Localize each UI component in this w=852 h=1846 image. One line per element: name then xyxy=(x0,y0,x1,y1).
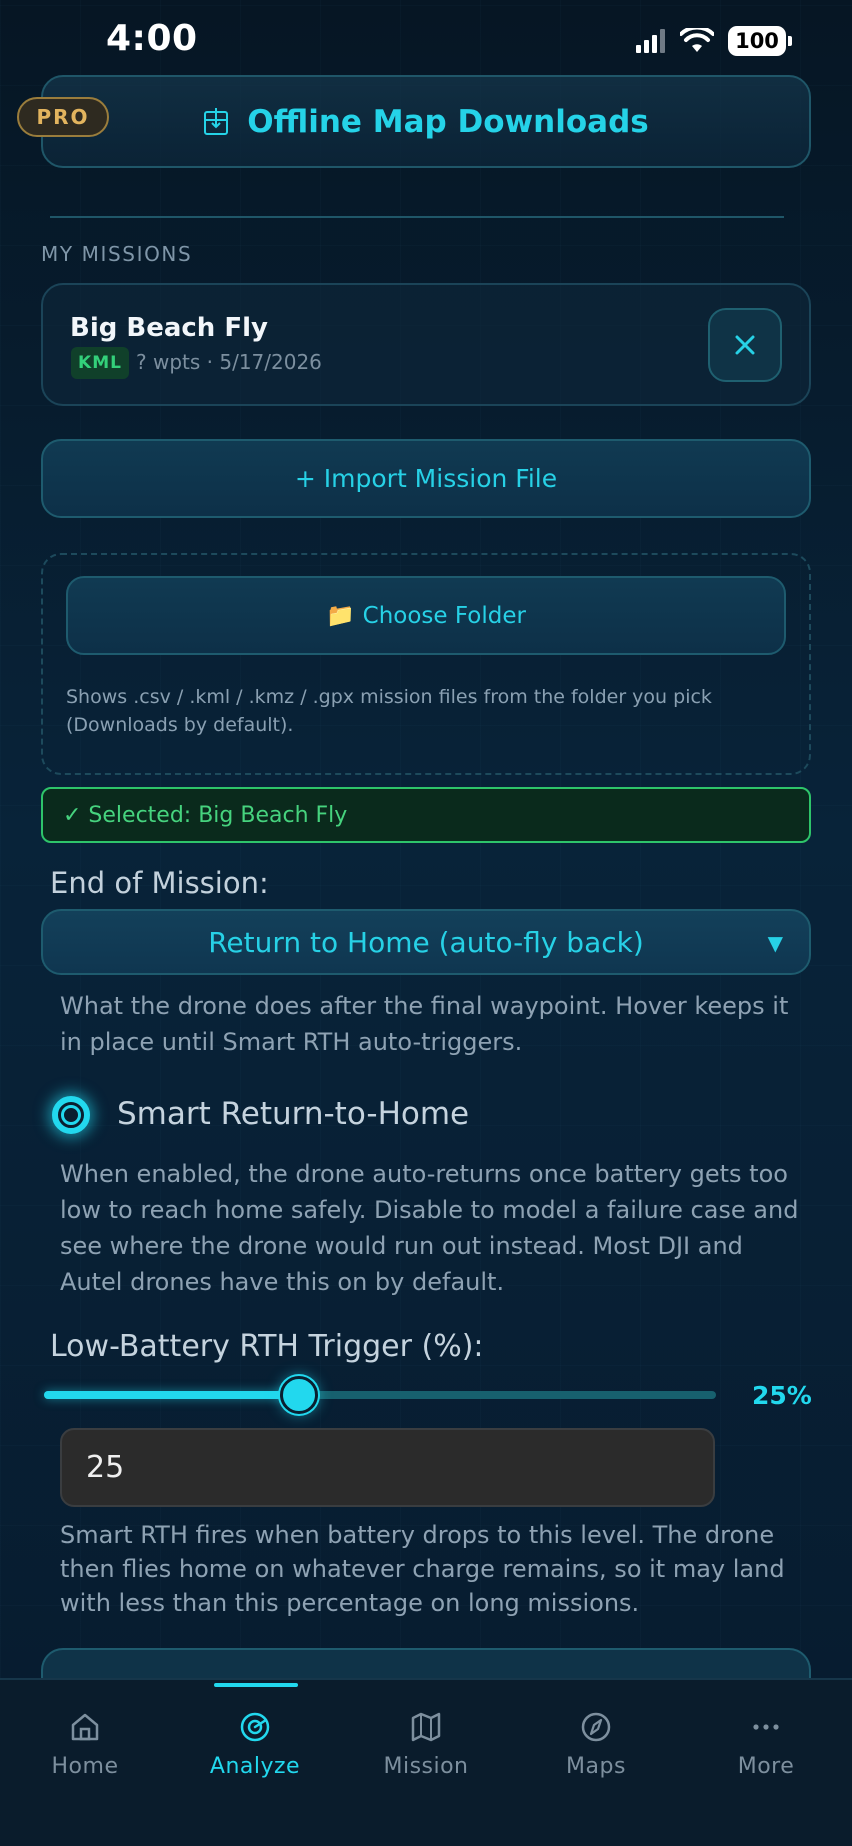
status-time: 4:00 xyxy=(106,18,198,59)
wifi-icon xyxy=(680,28,714,52)
radar-icon xyxy=(240,1712,270,1742)
folder-icon: 📁 xyxy=(326,603,355,629)
nav-analyze[interactable]: Analyze xyxy=(170,1710,340,1810)
remove-mission-button[interactable] xyxy=(708,308,782,382)
compass-icon xyxy=(581,1712,611,1742)
divider xyxy=(50,216,784,218)
download-map-icon xyxy=(204,107,229,135)
nav-maps[interactable]: Maps xyxy=(511,1710,681,1810)
file-type-badge: KML xyxy=(71,347,129,379)
nav-home-label: Home xyxy=(51,1754,119,1779)
slider-fill xyxy=(44,1391,299,1399)
my-missions-heading: MY MISSIONS xyxy=(41,242,193,266)
import-mission-button[interactable]: + Import Mission File xyxy=(41,439,811,518)
close-icon xyxy=(735,335,755,355)
nav-more[interactable]: More xyxy=(681,1710,851,1810)
nav-home[interactable]: Home xyxy=(0,1710,170,1810)
battery-icon: 100 xyxy=(728,26,792,56)
map-icon xyxy=(411,1712,441,1742)
status-icons: 100 xyxy=(636,26,792,56)
signal-icon xyxy=(636,29,665,53)
selected-mission-status: ✓ Selected: Big Beach Fly xyxy=(41,787,811,843)
low-battery-help: Smart RTH fires when battery drops to th… xyxy=(60,1521,785,1617)
nav-mission[interactable]: Mission xyxy=(341,1710,511,1810)
active-tab-indicator xyxy=(214,1683,298,1687)
end-of-mission-select[interactable]: Return to Home (auto-fly back) ▼ xyxy=(41,909,811,975)
end-of-mission-value: Return to Home (auto-fly back) xyxy=(208,925,644,959)
slider-value: 25% xyxy=(752,1381,812,1410)
mission-card[interactable] xyxy=(41,283,811,406)
low-battery-input[interactable]: 25 xyxy=(60,1428,715,1507)
more-dots-icon xyxy=(753,1724,779,1730)
offline-map-downloads-button[interactable]: Offline Map Downloads xyxy=(41,75,811,168)
pro-badge: PRO xyxy=(17,97,109,137)
smart-rth-toggle[interactable] xyxy=(52,1096,90,1134)
slider-thumb[interactable] xyxy=(280,1376,318,1414)
smart-rth-label[interactable]: Smart Return-to-Home xyxy=(117,1096,469,1132)
nav-maps-label: Maps xyxy=(566,1754,626,1779)
low-battery-slider[interactable] xyxy=(44,1391,716,1399)
chevron-down-icon: ▼ xyxy=(767,931,783,955)
low-battery-label: Low-Battery RTH Trigger (%): xyxy=(50,1329,484,1364)
choose-folder-button[interactable]: 📁 Choose Folder xyxy=(66,576,786,655)
end-of-mission-label: End of Mission: xyxy=(50,866,269,900)
home-icon xyxy=(71,1713,99,1741)
nav-mission-label: Mission xyxy=(383,1754,469,1779)
smart-rth-help: When enabled, the drone auto-returns onc… xyxy=(60,1160,799,1296)
nav-analyze-label: Analyze xyxy=(209,1754,301,1779)
mission-name: Big Beach Fly xyxy=(70,313,268,343)
choose-folder-label: Choose Folder xyxy=(362,602,526,629)
folder-help-text: Shows .csv / .kml / .kmz / .gpx mission … xyxy=(66,686,712,736)
offline-map-title: Offline Map Downloads xyxy=(247,103,649,140)
mission-meta: ? wpts · 5/17/2026 xyxy=(136,350,322,374)
nav-more-label: More xyxy=(737,1754,795,1779)
end-of-mission-help: What the drone does after the final wayp… xyxy=(60,992,789,1056)
